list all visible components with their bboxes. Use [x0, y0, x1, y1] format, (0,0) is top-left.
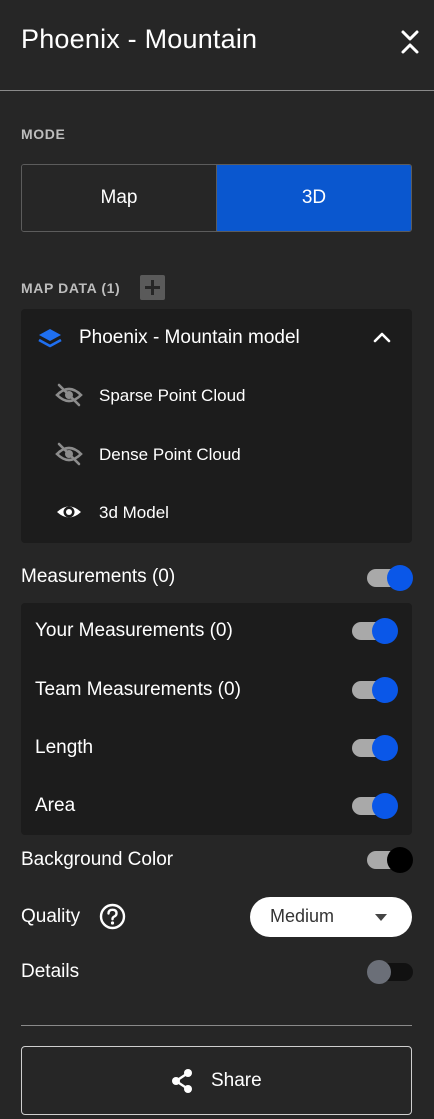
add-data-button[interactable]: [140, 275, 165, 300]
layer-label: Dense Point Cloud: [99, 445, 241, 464]
area-toggle[interactable]: [352, 793, 398, 819]
layer-label: 3d Model: [99, 503, 169, 522]
team-measurements-toggle[interactable]: [352, 677, 398, 703]
length-label: Length: [35, 737, 94, 758]
eye-off-icon[interactable]: [55, 383, 83, 407]
measurements-panel: Your Measurements (0) Team Measurements …: [21, 603, 412, 835]
help-icon[interactable]: [99, 903, 126, 930]
divider: [21, 1025, 412, 1026]
layer-row-dense[interactable]: Dense Point Cloud: [21, 426, 412, 484]
map-data-label: MAP DATA (1): [21, 280, 121, 296]
your-measurements-label: Your Measurements (0): [35, 620, 233, 641]
toggle-knob: [387, 565, 413, 591]
model-name: Phoenix - Mountain model: [79, 327, 300, 348]
eye-icon[interactable]: [55, 500, 83, 524]
background-color-toggle[interactable]: [367, 847, 413, 873]
your-measurements-toggle[interactable]: [352, 618, 398, 644]
quality-label: Quality: [21, 906, 81, 927]
chevron-up-icon[interactable]: [373, 330, 391, 344]
mode-3d-button[interactable]: 3D: [217, 165, 411, 231]
team-measurements-label: Team Measurements (0): [35, 679, 241, 700]
measurements-label: Measurements (0): [21, 566, 176, 587]
map-data-panel: Phoenix - Mountain model Sparse Point Cl…: [21, 309, 412, 543]
share-label: Share: [211, 1070, 262, 1091]
model-row[interactable]: Phoenix - Mountain model: [21, 309, 412, 367]
layer-row-sparse[interactable]: Sparse Point Cloud: [21, 367, 412, 425]
toggle-knob: [372, 677, 398, 703]
caret-down-icon: [375, 914, 387, 921]
toggle-knob: [372, 735, 398, 761]
mode-toggle: Map 3D: [21, 164, 412, 232]
details-toggle[interactable]: [367, 959, 413, 985]
collapse-icon[interactable]: [396, 28, 424, 56]
share-button[interactable]: Share: [21, 1046, 412, 1115]
toggle-knob: [372, 618, 398, 644]
toggle-knob: [372, 793, 398, 819]
mode-map-button[interactable]: Map: [22, 165, 217, 231]
length-toggle[interactable]: [352, 735, 398, 761]
area-label: Area: [35, 795, 76, 816]
mode-label: MODE: [21, 126, 66, 142]
toggle-knob: [387, 847, 413, 873]
panel-header: Phoenix - Mountain: [0, 0, 434, 91]
page-title: Phoenix - Mountain: [21, 24, 258, 54]
layer-row-3d-model[interactable]: 3d Model: [21, 484, 412, 542]
toggle-knob: [367, 960, 391, 984]
details-label: Details: [21, 961, 80, 982]
quality-dropdown[interactable]: Medium: [250, 897, 412, 937]
eye-off-icon[interactable]: [55, 442, 83, 466]
layers-icon: [37, 326, 63, 352]
quality-value: Medium: [270, 906, 335, 926]
background-color-label: Background Color: [21, 849, 174, 870]
share-icon: [169, 1067, 195, 1095]
layer-label: Sparse Point Cloud: [99, 386, 246, 405]
measurements-toggle[interactable]: [367, 565, 413, 591]
